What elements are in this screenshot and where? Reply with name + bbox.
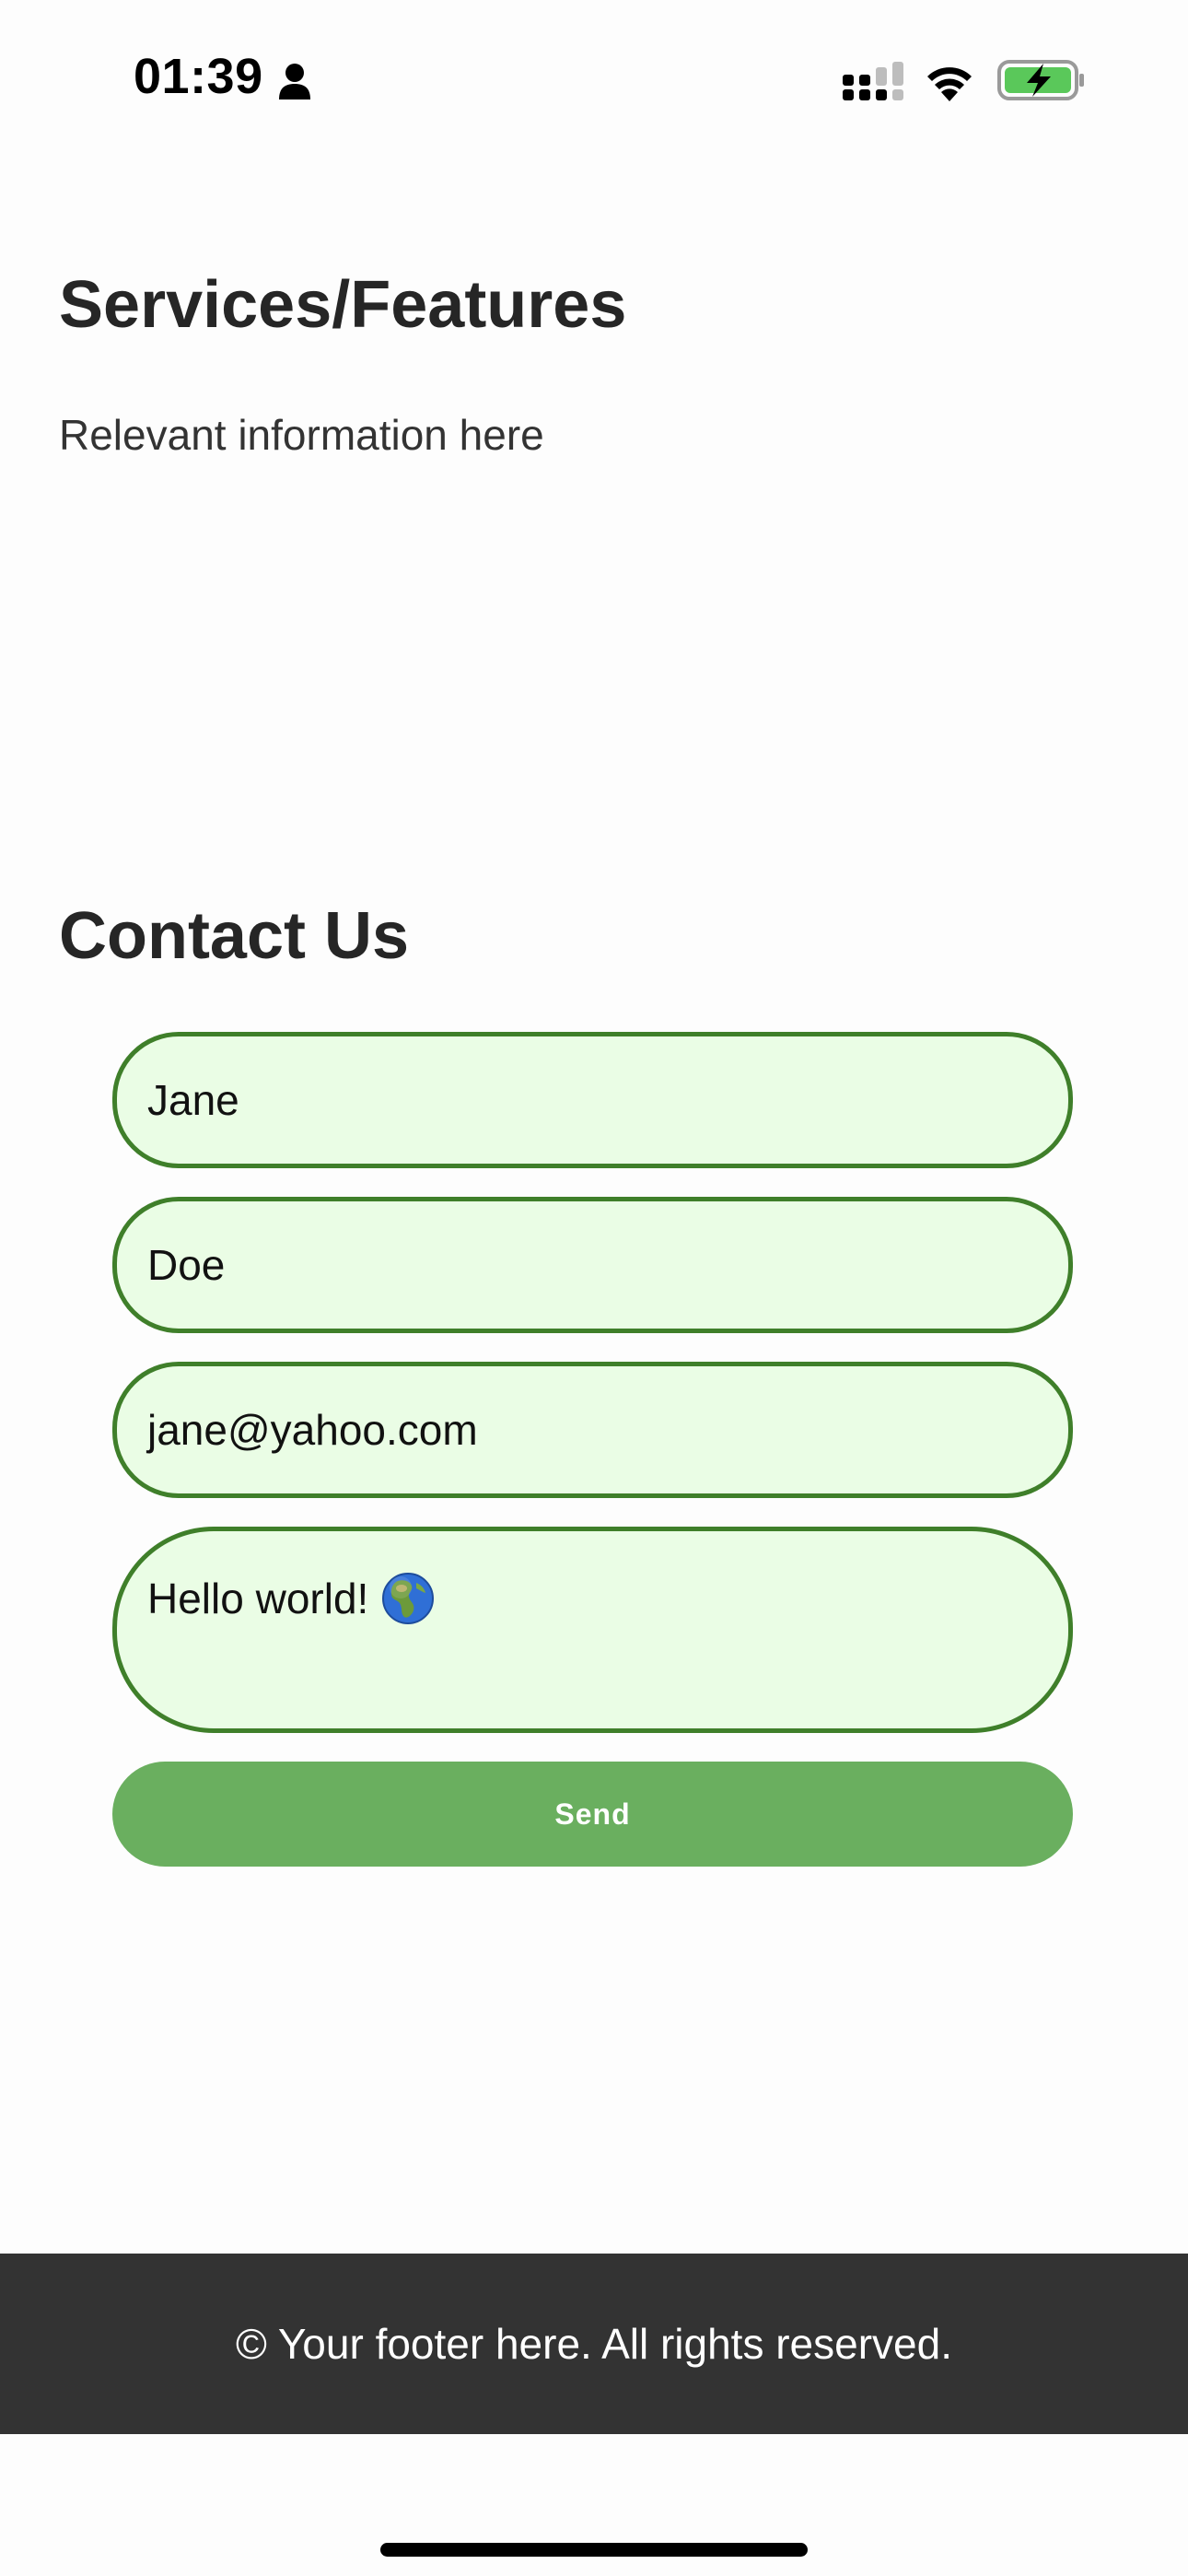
- message-textarea[interactable]: Hello world!: [112, 1527, 1073, 1733]
- status-time: 01:39: [134, 49, 263, 104]
- person-icon: [279, 64, 310, 100]
- send-button[interactable]: Send: [112, 1762, 1073, 1867]
- email-input[interactable]: jane@yahoo.com: [112, 1362, 1073, 1498]
- services-text: Relevant information here: [59, 411, 544, 459]
- first-name-input[interactable]: Jane: [112, 1032, 1073, 1168]
- battery-charging-icon: [997, 60, 1084, 100]
- last-name-input[interactable]: Doe: [112, 1197, 1073, 1333]
- last-name-value: Doe: [147, 1241, 226, 1289]
- services-title: Services/Features: [59, 268, 627, 342]
- message-text: Hello world!: [147, 1575, 369, 1622]
- globe-icon: [382, 1572, 435, 1624]
- status-bar: 01:39: [0, 0, 1188, 166]
- first-name-value: Jane: [147, 1076, 239, 1124]
- message-value: Hello world!: [147, 1572, 435, 1629]
- footer-text: © Your footer here. All rights reserved.: [236, 2320, 952, 2368]
- wifi-icon: [927, 67, 972, 101]
- contact-title: Contact Us: [59, 899, 410, 973]
- cellular-signal-icon: [843, 62, 903, 100]
- footer: © Your footer here. All rights reserved.: [0, 2254, 1188, 2434]
- home-indicator[interactable]: [380, 2543, 808, 2557]
- email-value: jane@yahoo.com: [147, 1406, 478, 1454]
